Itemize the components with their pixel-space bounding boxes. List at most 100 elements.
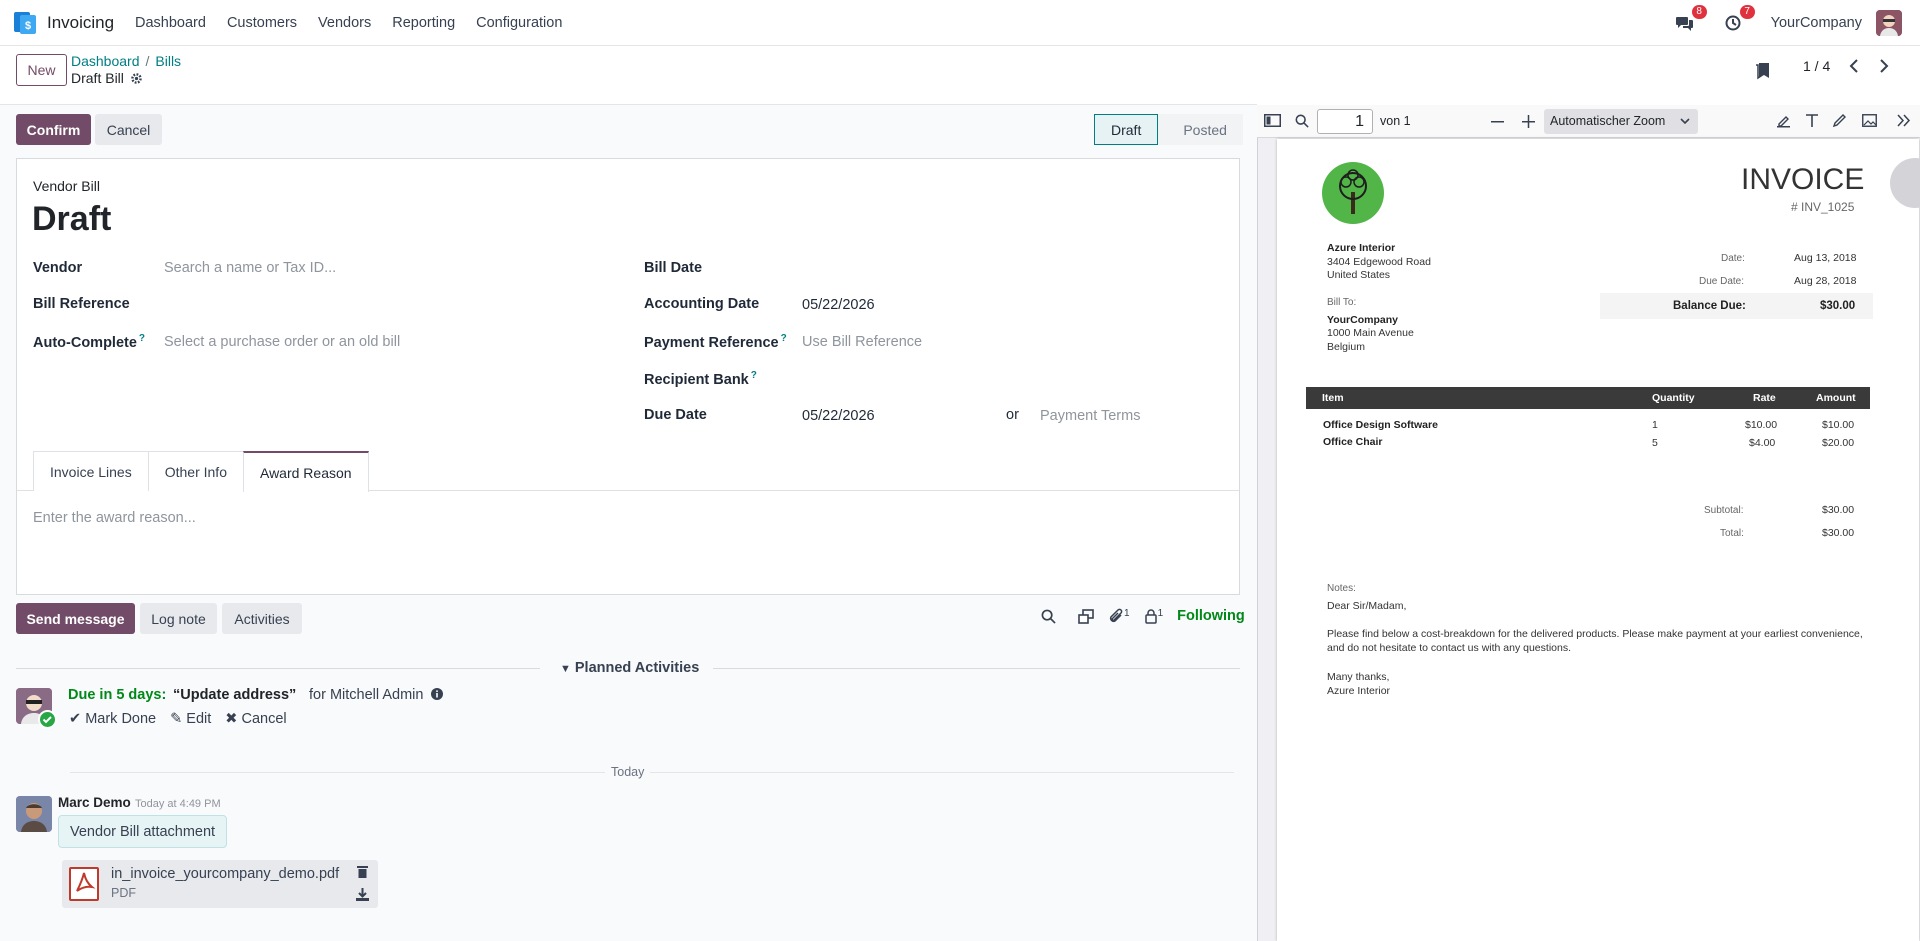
send-message-button[interactable]: Send message <box>16 603 135 634</box>
close-icon: ✖ <box>225 711 238 727</box>
help-tooltip[interactable]: ? <box>139 333 145 344</box>
activity-assignee: for Mitchell Admin <box>309 687 444 703</box>
messages-badge: 8 <box>1691 5 1707 19</box>
activities-badge: 7 <box>1739 5 1755 19</box>
zoom-select[interactable]: Automatischer Zoom <box>1544 109 1698 134</box>
menu-dashboard[interactable]: Dashboard <box>135 15 206 31</box>
message-author[interactable]: Marc Demo <box>58 795 131 810</box>
bill-to-label: Bill To: <box>1327 297 1357 308</box>
autocomplete-label-text: Auto-Complete <box>33 334 137 351</box>
cancel-activity-button[interactable]: ✖ Cancel <box>225 711 286 727</box>
zoom-out-icon[interactable] <box>1491 115 1504 128</box>
bill-date-input[interactable] <box>802 256 1222 280</box>
help-tooltip[interactable]: ? <box>751 370 757 381</box>
attachments-count: 1 <box>1124 608 1130 619</box>
status-posted[interactable]: Posted <box>1157 114 1243 145</box>
caret-down-icon: ▼ <box>560 663 571 675</box>
image-icon[interactable] <box>1862 114 1877 127</box>
attachment-card[interactable]: in_invoice_yourcompany_demo.pdf PDF <box>62 860 378 908</box>
help-tooltip[interactable]: ? <box>781 333 787 344</box>
planned-activities-toggle[interactable]: ▼ Planned Activities <box>560 660 699 676</box>
activities-button[interactable]: 7 <box>1721 5 1755 35</box>
notes-thanks: Many thanks, <box>1327 671 1390 683</box>
pager-value[interactable]: 1 / 4 <box>1803 58 1830 74</box>
activity-assignee-text: for Mitchell Admin <box>309 687 424 703</box>
following-button[interactable]: Following <box>1177 608 1245 624</box>
attachments-button[interactable]: 1 <box>1108 608 1130 624</box>
user-avatar[interactable] <box>1876 10 1902 36</box>
line-item: Office Chair <box>1323 436 1383 448</box>
from-address-1: 3404 Edgewood Road <box>1327 256 1431 268</box>
activity-due: Due in 5 days: <box>68 687 167 703</box>
pdf-page-number-input[interactable]: 1 <box>1317 109 1373 134</box>
log-note-button[interactable]: Log note <box>140 603 217 634</box>
breadcrumb-dashboard[interactable]: Dashboard <box>71 53 140 69</box>
tab-other-info[interactable]: Other Info <box>147 451 244 491</box>
text-icon[interactable] <box>1805 113 1819 128</box>
tab-award-reason[interactable]: Award Reason <box>242 451 369 492</box>
svg-text:$: $ <box>25 20 31 32</box>
award-reason-input[interactable]: Enter the award reason... <box>33 510 196 526</box>
pencil-icon: ✎ <box>170 711 183 727</box>
recipient-bank-label: Recipient Bank? <box>644 370 757 388</box>
draw-icon[interactable] <box>1832 113 1847 128</box>
menu-configuration[interactable]: Configuration <box>476 15 562 31</box>
info-icon[interactable] <box>431 688 444 700</box>
vendor-label: Vendor <box>33 260 83 276</box>
status-draft[interactable]: Draft <box>1094 114 1159 145</box>
chevron-right-icon[interactable] <box>1878 59 1890 73</box>
notes-greeting: Dear Sir/Madam, <box>1327 600 1407 612</box>
column-quantity: Quantity <box>1652 392 1695 404</box>
trash-icon[interactable] <box>357 865 368 878</box>
autocomplete-input[interactable]: Select a purchase order or an old bill <box>164 334 400 350</box>
payment-reference-input[interactable]: Use Bill Reference <box>802 334 922 350</box>
subtotal-amount: $30.00 <box>1822 504 1855 516</box>
app-name[interactable]: Invoicing <box>47 13 114 33</box>
menu-vendors[interactable]: Vendors <box>318 15 371 31</box>
sidebar-toggle-icon[interactable] <box>1264 114 1281 127</box>
bill-reference-input[interactable] <box>164 292 604 316</box>
zoom-in-icon[interactable] <box>1522 115 1535 128</box>
invoice-date: Aug 13, 2018 <box>1794 252 1857 264</box>
messages-button[interactable]: 8 <box>1673 5 1707 35</box>
done-check-icon <box>38 710 57 729</box>
pdf-page-count: von 1 <box>1380 114 1411 128</box>
pager: 1 / 4 <box>1803 58 1890 74</box>
gear-icon[interactable] <box>130 72 143 85</box>
column-rate: Rate <box>1753 392 1776 404</box>
activity-actions: ✔ Mark Done ✎ Edit ✖ Cancel <box>69 711 287 727</box>
breadcrumb-bills[interactable]: Bills <box>155 53 181 69</box>
chevron-left-icon[interactable] <box>1848 59 1860 73</box>
vendor-input[interactable]: Search a name or Tax ID... <box>164 260 336 276</box>
search-icon[interactable] <box>1295 114 1309 128</box>
accounting-date-input[interactable]: 05/22/2026 <box>802 297 875 313</box>
document-type: Vendor Bill <box>33 178 100 194</box>
recipient-bank-input[interactable] <box>802 366 1222 390</box>
highlight-icon[interactable] <box>1776 113 1791 128</box>
message-author-avatar[interactable] <box>16 796 52 832</box>
record-title-text: Draft Bill <box>71 70 124 86</box>
mark-done-button[interactable]: ✔ Mark Done <box>69 711 156 727</box>
followers-button[interactable]: 1 <box>1144 608 1163 624</box>
cancel-button[interactable]: Cancel <box>95 114 162 145</box>
confirm-button[interactable]: Confirm <box>16 114 91 145</box>
to-name: YourCompany <box>1327 314 1398 326</box>
new-button[interactable]: New <box>16 54 67 86</box>
bookmark-icon[interactable] <box>1756 63 1770 80</box>
planned-activities-title: Planned Activities <box>574 660 700 676</box>
payment-terms-input[interactable]: Payment Terms <box>1040 408 1140 424</box>
line-item: Office Design Software <box>1323 419 1438 431</box>
menu-reporting[interactable]: Reporting <box>392 15 455 31</box>
search-icon[interactable] <box>1041 609 1056 624</box>
due-date-input[interactable]: 05/22/2026 <box>802 408 875 424</box>
column-item: Item <box>1322 392 1344 404</box>
expand-window-icon[interactable] <box>1078 608 1094 624</box>
activities-button[interactable]: Activities <box>222 603 302 634</box>
double-chevron-right-icon[interactable] <box>1897 114 1911 127</box>
download-icon[interactable] <box>356 888 369 901</box>
menu-customers[interactable]: Customers <box>227 15 297 31</box>
company-switcher[interactable]: YourCompany <box>1771 15 1862 31</box>
tab-invoice-lines[interactable]: Invoice Lines <box>33 451 149 491</box>
invoicing-app-icon[interactable]: $ <box>14 12 36 34</box>
edit-activity-button[interactable]: ✎ Edit <box>170 711 211 727</box>
